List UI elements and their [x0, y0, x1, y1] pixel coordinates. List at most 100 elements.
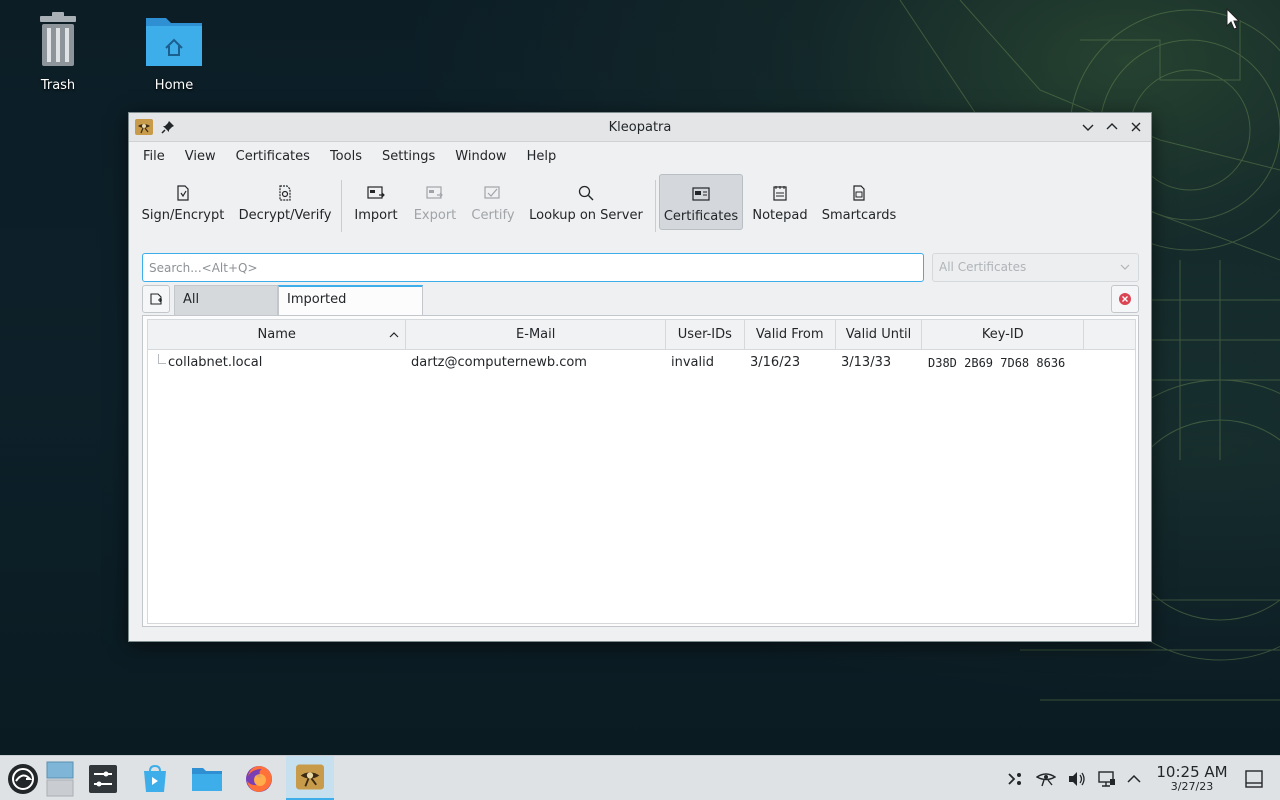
search-input[interactable]	[142, 253, 924, 282]
desktop-icon-trash[interactable]: Trash	[13, 12, 103, 93]
certify-label: Certify	[471, 208, 515, 223]
chevron-down-icon	[1120, 264, 1130, 270]
eye-of-horus-icon	[1036, 772, 1056, 786]
notepad-icon	[773, 186, 787, 201]
certify-button[interactable]: Certify	[467, 174, 519, 230]
opensuse-logo-icon	[8, 763, 38, 794]
column-header-name[interactable]: Name	[148, 320, 407, 350]
certify-icon	[484, 186, 500, 199]
menu-certificates[interactable]: Certificates	[226, 142, 320, 172]
import-button[interactable]: Import	[349, 174, 403, 230]
tray-network[interactable]	[1096, 756, 1118, 800]
clock-date: 3/27/23	[1170, 780, 1214, 793]
column-header-valid-from[interactable]: Valid From	[745, 320, 836, 350]
menu-tools[interactable]: Tools	[320, 142, 372, 172]
tab-all-certificates[interactable]: All Certificates	[174, 285, 278, 335]
cell-valid-until: 3/13/33	[841, 355, 892, 370]
home-folder-icon	[146, 18, 202, 66]
export-button[interactable]: Export	[409, 174, 461, 230]
trash-icon	[40, 12, 76, 66]
sign-encrypt-label: Sign/Encrypt	[141, 208, 225, 223]
kleopatra-window: Kleopatra File View Certificates Tools S…	[128, 112, 1152, 642]
clock-time: 10:25 AM	[1156, 763, 1228, 781]
close-tab-button[interactable]	[1111, 285, 1139, 313]
column-header-label: User-IDs	[677, 327, 732, 342]
cell-valid-from: 3/16/23	[750, 355, 801, 370]
tab-imported-certificates[interactable]: Imported Certificates	[278, 285, 423, 333]
certificates-button[interactable]: Certificates	[659, 174, 743, 230]
tray-expand-button[interactable]	[1124, 756, 1144, 800]
column-header-label: Key-ID	[981, 327, 1024, 342]
chevron-up-icon	[1127, 774, 1141, 783]
application-launcher-button[interactable]	[2, 756, 44, 800]
desktop-icon-label: Home	[154, 78, 194, 93]
chevron-up-icon	[1106, 123, 1118, 130]
mouse-cursor-icon	[1226, 8, 1240, 30]
chevron-down-icon	[1082, 124, 1094, 131]
column-header-spacer	[1084, 320, 1135, 350]
notepad-button[interactable]: Notepad	[747, 174, 813, 230]
certificate-filter-select[interactable]: All Certificates	[932, 253, 1139, 282]
desktop-icon-home[interactable]: Home	[129, 12, 219, 93]
kleopatra-app-icon	[296, 764, 324, 790]
notepad-label: Notepad	[752, 208, 808, 223]
window-title: Kleopatra	[608, 120, 672, 135]
sort-ascending-icon	[390, 332, 399, 338]
import-label: Import	[354, 208, 398, 223]
taskbar-discover[interactable]	[134, 756, 176, 800]
certificates-label: Certificates	[663, 209, 739, 224]
decrypt-verify-button[interactable]: Decrypt/Verify	[235, 174, 335, 230]
lookup-on-server-button[interactable]: Lookup on Server	[527, 174, 645, 230]
virtual-desktop-pager-icon	[46, 761, 74, 796]
taskbar-kleopatra[interactable]	[286, 756, 334, 800]
tray-volume[interactable]	[1066, 756, 1088, 800]
close-icon	[1131, 122, 1141, 132]
close-button[interactable]	[1127, 118, 1145, 136]
window-titlebar[interactable]: Kleopatra	[129, 113, 1151, 142]
cell-key-id: D38D 2B69 7D68 8636	[928, 356, 1066, 370]
sign-encrypt-button[interactable]: Sign/Encrypt	[139, 174, 227, 230]
menu-settings[interactable]: Settings	[372, 142, 445, 172]
export-label: Export	[413, 208, 457, 223]
tray-kleopatra[interactable]	[1034, 756, 1058, 800]
tree-branch-line	[158, 354, 166, 364]
column-header-label: Name	[257, 327, 296, 342]
menu-view[interactable]: View	[175, 142, 226, 172]
menu-file[interactable]: File	[133, 142, 175, 172]
show-desktop-icon	[1245, 769, 1263, 788]
desktop-icon-label: Trash	[40, 78, 76, 93]
menu-help[interactable]: Help	[517, 142, 567, 172]
digital-clock[interactable]: 10:25 AM 3/27/23	[1150, 764, 1234, 794]
taskbar-firefox[interactable]	[238, 756, 280, 800]
toolbar: Sign/Encrypt Decrypt/Verify Import Expor…	[129, 172, 1151, 236]
taskbar: 10:25 AM 3/27/23	[0, 755, 1280, 800]
cell-name-text: collabnet.local	[168, 355, 263, 370]
filter-selected-value: All Certificates	[939, 260, 1027, 274]
show-desktop-button[interactable]	[1240, 756, 1268, 800]
column-header-valid-until[interactable]: Valid Until	[836, 320, 923, 350]
menu-window[interactable]: Window	[445, 142, 516, 172]
pager-button[interactable]	[44, 756, 76, 800]
column-header-email[interactable]: E-Mail	[406, 320, 666, 350]
column-header-user-ids[interactable]: User-IDs	[666, 320, 745, 350]
column-header-key-id[interactable]: Key-ID	[922, 320, 1085, 350]
import-certificate-icon	[367, 186, 385, 199]
table-row[interactable]: collabnet.local dartz@computernewb.com i…	[148, 351, 1135, 375]
tray-kde-connect[interactable]	[1004, 756, 1026, 800]
maximize-button[interactable]	[1103, 118, 1121, 136]
cell-user-ids: invalid	[671, 355, 714, 370]
taskbar-system-settings[interactable]	[82, 756, 124, 800]
column-header-label: Valid Until	[845, 327, 912, 342]
column-header-label: E-Mail	[516, 327, 556, 342]
table-header: Name E-Mail User-IDs Valid From Valid Un…	[148, 320, 1135, 350]
minimize-button[interactable]	[1079, 118, 1097, 136]
smartcards-button[interactable]: Smartcards	[819, 174, 899, 230]
toolbar-separator	[655, 180, 656, 232]
certificate-table-frame: Name E-Mail User-IDs Valid From Valid Un…	[142, 315, 1139, 627]
certificates-icon	[692, 187, 710, 201]
certificate-table: Name E-Mail User-IDs Valid From Valid Un…	[147, 319, 1136, 624]
taskbar-file-manager[interactable]	[186, 756, 228, 800]
new-tab-button[interactable]	[142, 285, 170, 313]
system-settings-icon	[89, 764, 117, 793]
folder-icon	[192, 767, 222, 791]
